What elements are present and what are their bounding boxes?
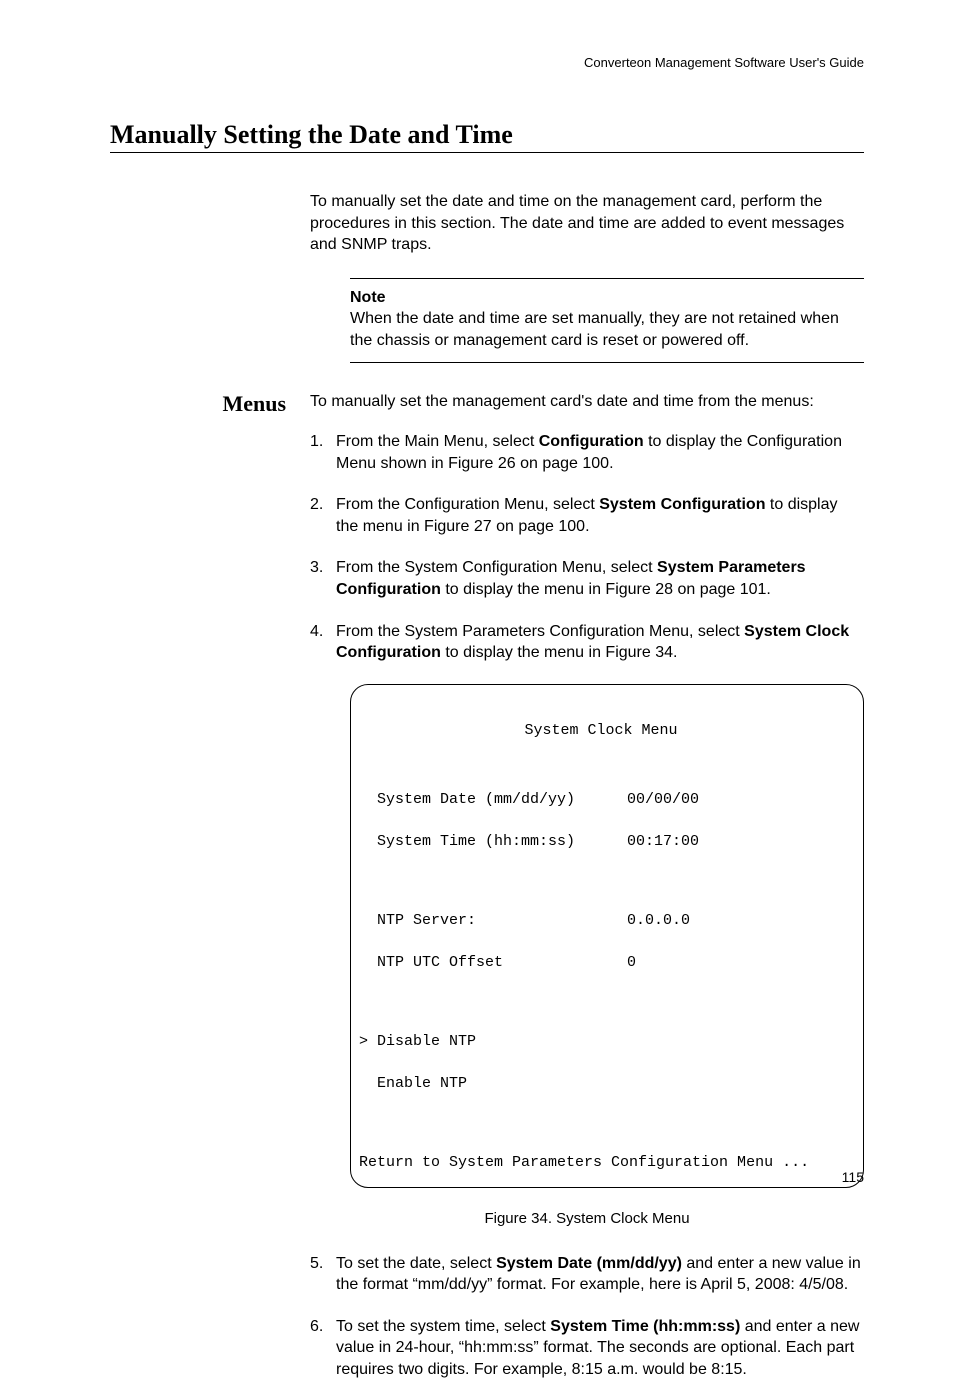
- step-2: 2. From the Configuration Menu, select S…: [310, 494, 864, 537]
- step-bold: Configuration: [539, 433, 644, 450]
- term-system-time-label: System Time (hh:mm:ss): [377, 831, 627, 852]
- step-text-post: to display the menu in Figure 28 on page…: [441, 581, 771, 598]
- term-system-date-label: System Date (mm/dd/yy): [377, 789, 627, 810]
- terminal-screen: System Clock Menu System Date (mm/dd/yy)…: [350, 684, 864, 1188]
- step-text-pre: To set the date, select: [336, 1255, 496, 1272]
- step-number: 5.: [310, 1253, 336, 1296]
- step-bold: System Time (hh:mm:ss): [550, 1318, 740, 1335]
- menus-lead: To manually set the management card's da…: [310, 391, 864, 413]
- step-5: 5. To set the date, select System Date (…: [310, 1253, 864, 1296]
- step-1: 1. From the Main Menu, select Configurat…: [310, 431, 864, 474]
- step-bold: System Date (mm/dd/yy): [496, 1255, 682, 1272]
- intro-paragraph: To manually set the date and time on the…: [310, 191, 864, 256]
- term-ntp-offset-label: NTP UTC Offset: [377, 952, 627, 973]
- step-bold: System Configuration: [599, 496, 765, 513]
- page-number: 115: [842, 1169, 864, 1185]
- step-text-pre: From the Main Menu, select: [336, 433, 539, 450]
- step-number: 1.: [310, 431, 336, 474]
- step-4: 4. From the System Parameters Configurat…: [310, 621, 864, 664]
- term-system-date-value: 00/00/00: [627, 789, 699, 810]
- term-ntp-server-label: NTP Server:: [377, 910, 627, 931]
- figure-caption: Figure 34. System Clock Menu: [310, 1210, 864, 1227]
- step-number: 2.: [310, 494, 336, 537]
- step-3: 3. From the System Configuration Menu, s…: [310, 557, 864, 600]
- term-enable-ntp: Enable NTP: [377, 1073, 467, 1094]
- note-label: Note: [350, 287, 864, 309]
- step-text-post: to display the menu in Figure 34.: [441, 644, 678, 661]
- section-title: Manually Setting the Date and Time: [110, 120, 864, 150]
- step-number: 4.: [310, 621, 336, 664]
- term-selector-mark: >: [359, 1031, 377, 1052]
- step-number: 6.: [310, 1316, 336, 1381]
- note-text: When the date and time are set manually,…: [350, 310, 839, 349]
- steps-list-continued: 5. To set the date, select System Date (…: [310, 1253, 864, 1381]
- term-ntp-offset-value: 0: [627, 952, 636, 973]
- running-header: Converteon Management Software User's Gu…: [110, 55, 864, 70]
- term-system-time-value: 00:17:00: [627, 831, 699, 852]
- term-ntp-server-value: 0.0.0.0: [627, 910, 690, 931]
- step-text-pre: From the System Parameters Configuration…: [336, 623, 744, 640]
- terminal-title: System Clock Menu: [359, 720, 843, 741]
- step-text-pre: To set the system time, select: [336, 1318, 550, 1335]
- note-box: Note When the date and time are set manu…: [350, 278, 864, 363]
- step-text-pre: From the System Configuration Menu, sele…: [336, 559, 657, 576]
- step-number: 3.: [310, 557, 336, 600]
- step-text-pre: From the Configuration Menu, select: [336, 496, 599, 513]
- term-disable-ntp: Disable NTP: [377, 1031, 476, 1052]
- steps-list: 1. From the Main Menu, select Configurat…: [310, 431, 864, 664]
- step-6: 6. To set the system time, select System…: [310, 1316, 864, 1381]
- term-return-line: Return to System Parameters Configuratio…: [359, 1152, 843, 1173]
- side-heading-menus: Menus: [110, 391, 310, 417]
- title-rule: [110, 152, 864, 153]
